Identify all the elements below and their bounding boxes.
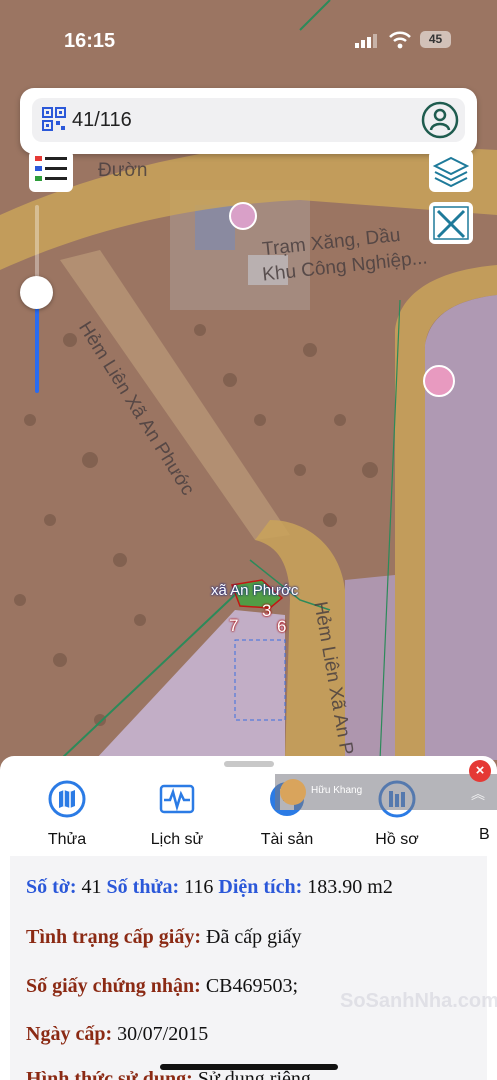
tab-label: Thửa	[47, 831, 87, 848]
search-input[interactable]: 41/116	[72, 109, 132, 132]
row-so-to: Số tờ: 41 Số thửa: 116 Diện tích: 183.90…	[26, 876, 393, 899]
label-dien-tich: Diện tích:	[218, 876, 303, 898]
value-so-to: 41	[81, 876, 102, 898]
row-tinh-trang: Tình trạng cấp giấy: Đã cấp giấy	[26, 926, 302, 949]
sheet-grabber[interactable]	[224, 761, 274, 767]
tab-label: Lịch sử	[150, 831, 204, 848]
home-indicator	[160, 1064, 338, 1070]
chat-bubble[interactable]: Hữu Khang × ︽	[275, 760, 497, 810]
label-so-gcn: Số giấy chứng nhận:	[26, 975, 201, 997]
avatar	[280, 779, 306, 805]
value-tinh-trang: Đã cấp giấy	[206, 926, 302, 948]
chat-name: Hữu Khang	[311, 785, 363, 796]
legend-icon	[35, 156, 67, 181]
layers-button[interactable]	[429, 150, 473, 194]
tab-thua[interactable]: Thửa	[17, 780, 117, 849]
search-bar: 41/116	[20, 88, 477, 154]
opacity-slider-fill	[35, 295, 39, 393]
expand-icon[interactable]: ︽	[471, 784, 485, 804]
tab-label: Hồ sơ	[375, 831, 419, 848]
opacity-slider-handle[interactable]	[20, 276, 53, 309]
search-field[interactable]: 41/116	[32, 98, 465, 142]
row-ngay-cap: Ngày cấp: 30/07/2015	[26, 1023, 208, 1046]
tab-label: B	[479, 826, 490, 843]
label-so-thua: Số thửa:	[106, 876, 180, 898]
legend-button[interactable]	[29, 150, 73, 192]
watermark-logo: SoSanhNha.com	[340, 990, 497, 1012]
tab-label: Tài sản	[260, 831, 314, 848]
parcel-label: xã An Phước	[211, 582, 299, 599]
label-ngay-cap: Ngày cấp:	[26, 1023, 113, 1045]
label-so-to: Số tờ:	[26, 876, 77, 898]
user-profile-icon[interactable]	[421, 101, 459, 139]
activity-icon	[159, 784, 195, 814]
status-time: 16:15	[64, 30, 116, 52]
map-icon	[48, 780, 86, 818]
ruler-pencil-icon	[429, 202, 473, 244]
signal-icon	[355, 34, 377, 48]
qr-code-icon[interactable]	[42, 107, 66, 131]
close-icon[interactable]: ×	[469, 760, 491, 782]
tab-lich-su[interactable]: Lịch sử	[127, 780, 227, 849]
measure-button[interactable]	[429, 202, 473, 246]
label-tinh-trang: Tình trạng cấp giấy:	[26, 926, 202, 948]
wifi-icon	[389, 31, 411, 49]
row-so-gcn: Số giấy chứng nhận: CB469503;	[26, 975, 298, 998]
status-bar: 16:15 45	[0, 26, 497, 56]
vertex-label: 3	[262, 601, 272, 620]
value-ngay-cap: 30/07/2015	[117, 1023, 209, 1045]
road-label: Đườn	[98, 160, 148, 181]
value-so-gcn: CB469503;	[205, 975, 299, 997]
vertex-label: 6	[277, 617, 287, 636]
value-so-thua: 116	[184, 876, 214, 898]
parcel-details: Số tờ: 41 Số thửa: 116 Diện tích: 183.90…	[10, 856, 487, 1080]
value-dien-tich: 183.90 m2	[307, 876, 393, 898]
vertex-label: 7	[229, 616, 239, 635]
battery-indicator: 45	[420, 31, 451, 48]
layers-icon	[429, 150, 473, 192]
